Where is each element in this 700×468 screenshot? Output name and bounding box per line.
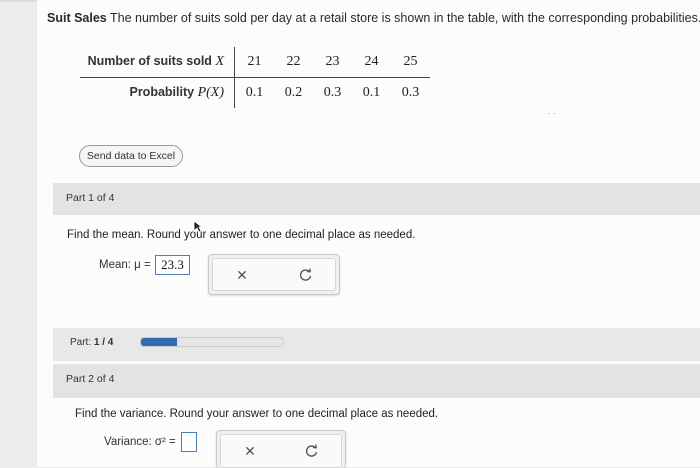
part1-toolbox: ✕ [208, 254, 340, 295]
x-value: 22 [274, 47, 313, 78]
variance-input[interactable] [181, 432, 197, 452]
variance-label: Variance: σ² = [104, 436, 176, 448]
p-value: 0.2 [284, 85, 303, 100]
progress-fill [141, 338, 177, 346]
x-value: 23 [313, 47, 352, 78]
problem-title: Suit Sales [47, 11, 107, 25]
x-value: 25 [391, 47, 430, 78]
row-header-p: Probability P(X) [80, 77, 235, 108]
p-value: 0.1 [362, 85, 381, 100]
p-value: 0.3 [401, 85, 420, 100]
stray-marks: · · [547, 108, 556, 118]
problem-statement: Suit Sales The number of suits sold per … [47, 11, 700, 25]
distribution-table: Number of suits sold X 21 22 23 24 25 Pr… [80, 47, 430, 108]
p-value: 0.3 [323, 85, 342, 100]
progress-bar [140, 337, 284, 347]
close-icon[interactable]: ✕ [241, 442, 259, 460]
mean-input[interactable]: 23.3 [155, 255, 190, 275]
part2-header: Part 2 of 4 [53, 364, 700, 398]
mean-label: Mean: μ = [99, 259, 151, 271]
redo-icon[interactable] [303, 442, 321, 460]
send-to-excel-button[interactable]: Send data to Excel [79, 145, 183, 167]
x-value: 24 [352, 47, 391, 78]
x-value: 21 [234, 47, 274, 78]
part1-question: Find the mean. Round your answer to one … [67, 229, 416, 241]
part2-toolbox: ✕ [216, 430, 346, 468]
part1-header: Part 1 of 4 [53, 183, 700, 215]
progress-label: Part: 1 / 4 [70, 337, 114, 348]
mouse-cursor-icon [193, 220, 203, 233]
p-value: 0.1 [245, 85, 264, 100]
redo-icon[interactable] [297, 266, 315, 284]
row-header-x: Number of suits sold X [80, 47, 235, 78]
part2-question: Find the variance. Round your answer to … [75, 408, 439, 420]
close-icon[interactable]: ✕ [233, 266, 251, 284]
problem-text: The number of suits sold per day at a re… [110, 11, 700, 25]
table-row-x: Number of suits sold X 21 22 23 24 25 [80, 47, 430, 78]
table-row-p: Probability P(X) 0.1 0.2 0.3 0.1 0.3 [80, 77, 430, 108]
